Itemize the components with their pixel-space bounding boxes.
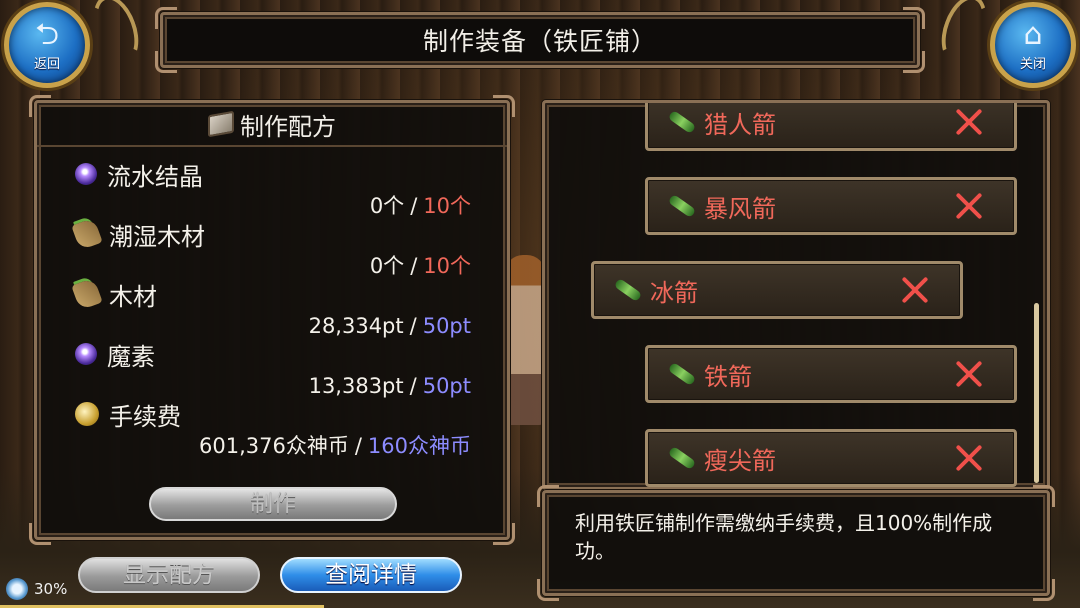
list-item-selected[interactable]: 冰箭 [591,261,963,319]
list-scrollbar[interactable] [1034,303,1039,483]
material-need: 10个 [423,194,471,218]
material-need: 50pt [422,374,471,398]
list-item[interactable]: 暴风箭 [645,177,1017,235]
fee-need: 160众神币 [367,434,471,458]
close-icon [954,443,984,473]
material-have: 0个 [369,194,405,218]
loading-percent: 30% [34,580,68,598]
material-name: 木材 [109,282,157,311]
wood-icon [71,277,103,311]
wood-icon [71,217,103,251]
recipe-title: 制作配方 [240,112,336,141]
list-item[interactable]: 瘦尖箭 [645,429,1017,487]
orb-icon [75,163,97,185]
recipe-header: 制作配方 [37,103,507,147]
material-have: 0个 [369,254,405,278]
show-recipe-button[interactable]: 显示配方 [78,557,260,593]
material-have: 28,334pt [308,314,404,338]
recipe-panel: 制作配方 流水结晶 0个/10个 潮湿木材 0个/10个 木材 28,334pt… [29,95,515,545]
material-name: 流水结晶 [107,162,203,191]
item-name: 冰箭 [650,278,698,307]
item-name: 暴风箭 [704,194,776,223]
orb-icon [75,343,97,365]
title-bar: 制作装备（铁匠铺） [155,7,925,73]
material-name: 潮湿木材 [109,222,205,251]
material-row: 木材 28,334pt/50pt [71,277,471,341]
item-name: 猎人箭 [704,110,776,139]
home-icon: ⌂ [1023,16,1043,52]
fee-label: 手续费 [109,402,181,431]
loading-indicator: 30% [6,578,67,600]
close-icon [954,359,984,389]
material-need: 10个 [423,254,471,278]
loading-icon [6,578,28,600]
item-list-panel: 猎人箭 暴风箭 冰箭 铁箭 瘦尖箭 [542,100,1050,490]
arrow-icon [667,445,697,471]
info-text: 利用铁匠铺制作需缴纳手续费，且100%制作成功。 [575,511,993,563]
close-icon [900,275,930,305]
page-title: 制作装备（铁匠铺） [422,27,657,56]
coin-icon [75,402,99,426]
close-icon [954,191,984,221]
material-name: 魔素 [107,342,155,371]
fee-quantity: 601,376众神币/160众神币 [198,434,471,458]
material-row: 魔素 13,383pt/50pt [75,337,471,401]
arrow-icon [667,361,697,387]
list-item[interactable]: 铁箭 [645,345,1017,403]
back-arrow-icon: ⮌ [34,16,60,52]
material-row: 流水结晶 0个/10个 [75,157,471,221]
back-button-label: 返回 [33,56,60,72]
material-have: 13,383pt [308,374,404,398]
close-button[interactable]: ⌂ 关闭 [990,2,1076,88]
item-name: 铁箭 [704,362,752,391]
material-need: 50pt [422,314,471,338]
close-icon [954,107,984,137]
fee-have: 601,376众神币 [198,434,349,458]
list-item[interactable]: 猎人箭 [645,103,1017,151]
recipe-book-icon [208,110,234,138]
item-name: 瘦尖箭 [704,446,776,475]
arrow-icon [667,193,697,219]
fee-row: 手续费 601,376众神币/160众神币 [75,397,471,461]
arrow-icon [667,109,697,135]
material-row: 潮湿木材 0个/10个 [71,217,471,281]
arrow-icon [613,277,643,303]
close-button-label: 关闭 [1019,56,1046,72]
make-button[interactable]: 制作 [149,487,397,521]
view-details-button[interactable]: 查阅详情 [280,557,462,593]
npc-figure [505,255,545,425]
info-panel: 利用铁匠铺制作需缴纳手续费，且100%制作成功。 [537,485,1055,601]
back-button[interactable]: ⮌ 返回 [4,2,90,88]
